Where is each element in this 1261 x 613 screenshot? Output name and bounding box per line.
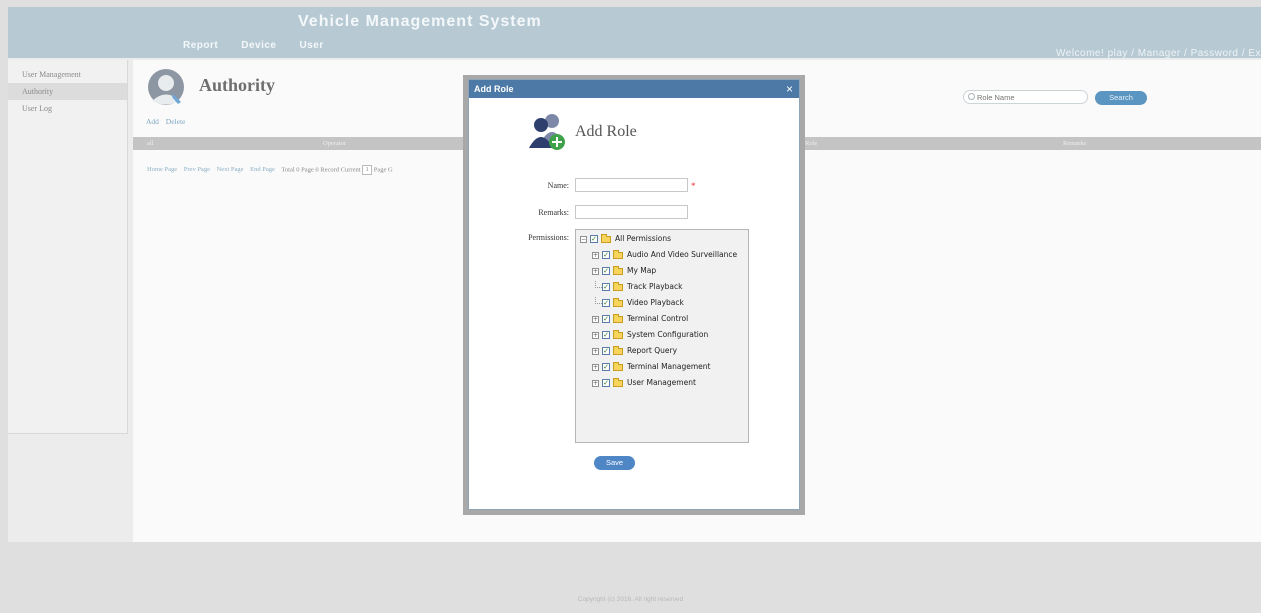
tree-item-label: Track Playback — [627, 282, 683, 291]
close-icon[interactable]: × — [786, 80, 793, 98]
add-link[interactable]: Add — [146, 117, 159, 126]
magnifier-icon — [968, 93, 975, 100]
expand-icon[interactable]: + — [592, 267, 599, 275]
tree-root-label: All Permissions — [615, 234, 672, 243]
nav-device[interactable]: Device — [241, 40, 276, 51]
checkbox-checked-icon[interactable]: ✓ — [602, 379, 610, 387]
action-links: Add Delete — [146, 117, 190, 126]
pager-total: Total 0 Page 0 Record Current — [281, 166, 361, 174]
user-silhouette-icon — [148, 69, 184, 105]
name-field[interactable] — [575, 178, 688, 192]
expand-icon[interactable]: + — [592, 251, 599, 259]
expand-icon[interactable]: + — [592, 363, 599, 371]
tree-item[interactable]: + ✓ My Map — [592, 264, 656, 278]
home-page-link[interactable]: Home Page — [147, 166, 177, 173]
required-mark: * — [691, 181, 696, 191]
dialog-heading: Add Role — [575, 123, 637, 140]
name-label: Name: — [547, 181, 569, 190]
checkbox-checked-icon[interactable]: ✓ — [602, 347, 610, 355]
top-nav: Report Device User — [183, 40, 347, 51]
column-operator: Operator — [323, 140, 347, 147]
nav-user[interactable]: User — [299, 40, 323, 51]
go-button[interactable]: G — [388, 166, 393, 173]
tree-item-label: Report Query — [627, 346, 678, 355]
checkbox-checked-icon[interactable]: ✓ — [602, 331, 610, 339]
permissions-tree: − ✓ All Permissions + ✓ Audio And Video … — [575, 229, 749, 443]
checkbox-checked-icon[interactable]: ✓ — [602, 251, 610, 259]
folder-icon — [613, 281, 623, 291]
end-page-link[interactable]: End Page — [250, 166, 275, 173]
delete-link[interactable]: Delete — [166, 117, 186, 126]
current-page-input[interactable]: 1 — [362, 165, 373, 175]
tree-item[interactable]: ✓ Track Playback — [592, 280, 682, 294]
sidebar-item-user-log[interactable]: User Log — [8, 100, 127, 117]
tree-item-label: User Management — [627, 378, 696, 387]
tree-connector — [595, 280, 602, 288]
tree-item[interactable]: + ✓ Audio And Video Surveillance — [592, 248, 737, 262]
tree-item-label: Video Playback — [627, 298, 684, 307]
column-remarks: Remarks — [1063, 140, 1087, 147]
expand-icon[interactable]: + — [592, 379, 599, 387]
app-header: Vehicle Management System Report Device … — [8, 7, 1261, 59]
tree-item-label: My Map — [627, 266, 657, 275]
checkbox-checked-icon[interactable]: ✓ — [602, 315, 610, 323]
expand-icon[interactable]: + — [592, 315, 599, 323]
checkbox-checked-icon[interactable]: ✓ — [602, 299, 610, 307]
tree-item[interactable]: + ✓ User Management — [592, 376, 696, 390]
add-role-dialog: Add Role × Add Role Name: * Remarks: Per… — [468, 79, 800, 510]
tree-item[interactable]: ✓ Video Playback — [592, 296, 684, 310]
remarks-label: Remarks: — [538, 208, 569, 217]
tree-item-label: System Configuration — [627, 330, 709, 339]
add-user-group-icon — [529, 114, 565, 150]
footer-copyright: Copyright (c) 2016. All right reserved — [577, 596, 684, 603]
tree-item[interactable]: + ✓ Report Query — [592, 344, 677, 358]
tree-item[interactable]: + ✓ Terminal Management — [592, 360, 711, 374]
folder-icon — [613, 345, 623, 355]
folder-icon — [613, 249, 623, 259]
nav-report[interactable]: Report — [183, 40, 218, 51]
search-button[interactable]: Search — [1095, 91, 1147, 105]
next-page-link[interactable]: Next Page — [217, 166, 244, 173]
checkbox-checked-icon[interactable]: ✓ — [602, 267, 610, 275]
app-title: Vehicle Management System — [298, 13, 542, 30]
folder-icon — [613, 265, 623, 275]
permissions-label: Permissions: — [528, 233, 569, 242]
pagination: Home Page Prev Page Next Page End Page T… — [147, 165, 393, 175]
checkbox-checked-icon[interactable]: ✓ — [602, 283, 610, 291]
remarks-field[interactable] — [575, 205, 688, 219]
sidebar-item-user-management[interactable]: User Management — [8, 66, 127, 83]
tree-connector — [595, 296, 602, 304]
prev-page-link[interactable]: Prev Page — [184, 166, 210, 173]
tree-item[interactable]: + ✓ Terminal Control — [592, 312, 688, 326]
tree-item-label: Audio And Video Surveillance — [627, 250, 738, 259]
page-title: Authority — [199, 75, 275, 95]
collapse-icon[interactable]: − — [580, 235, 587, 243]
page-suffix: Page — [373, 166, 387, 174]
tree-item-label: Terminal Management — [627, 362, 711, 371]
folder-icon — [613, 313, 623, 323]
sidebar: User Management Authority User Log — [8, 60, 128, 434]
role-search-input[interactable] — [963, 90, 1088, 104]
checkbox-checked-icon[interactable]: ✓ — [590, 235, 598, 243]
folder-icon — [613, 377, 623, 387]
column-role: Role — [805, 140, 818, 147]
tree-item[interactable]: + ✓ System Configuration — [592, 328, 708, 342]
tree-root[interactable]: − ✓ All Permissions — [580, 232, 671, 246]
folder-icon — [601, 233, 611, 243]
dialog-title: Add Role — [474, 84, 514, 94]
checkbox-checked-icon[interactable]: ✓ — [602, 363, 610, 371]
save-button[interactable]: Save — [594, 456, 635, 470]
sidebar-item-authority[interactable]: Authority — [8, 83, 127, 100]
expand-icon[interactable]: + — [592, 331, 599, 339]
folder-icon — [613, 297, 623, 307]
tree-item-label: Terminal Control — [627, 314, 689, 323]
folder-icon — [613, 361, 623, 371]
column-all[interactable]: all — [147, 137, 154, 150]
dialog-titlebar[interactable]: Add Role × — [469, 80, 799, 98]
folder-icon — [613, 329, 623, 339]
expand-icon[interactable]: + — [592, 347, 599, 355]
